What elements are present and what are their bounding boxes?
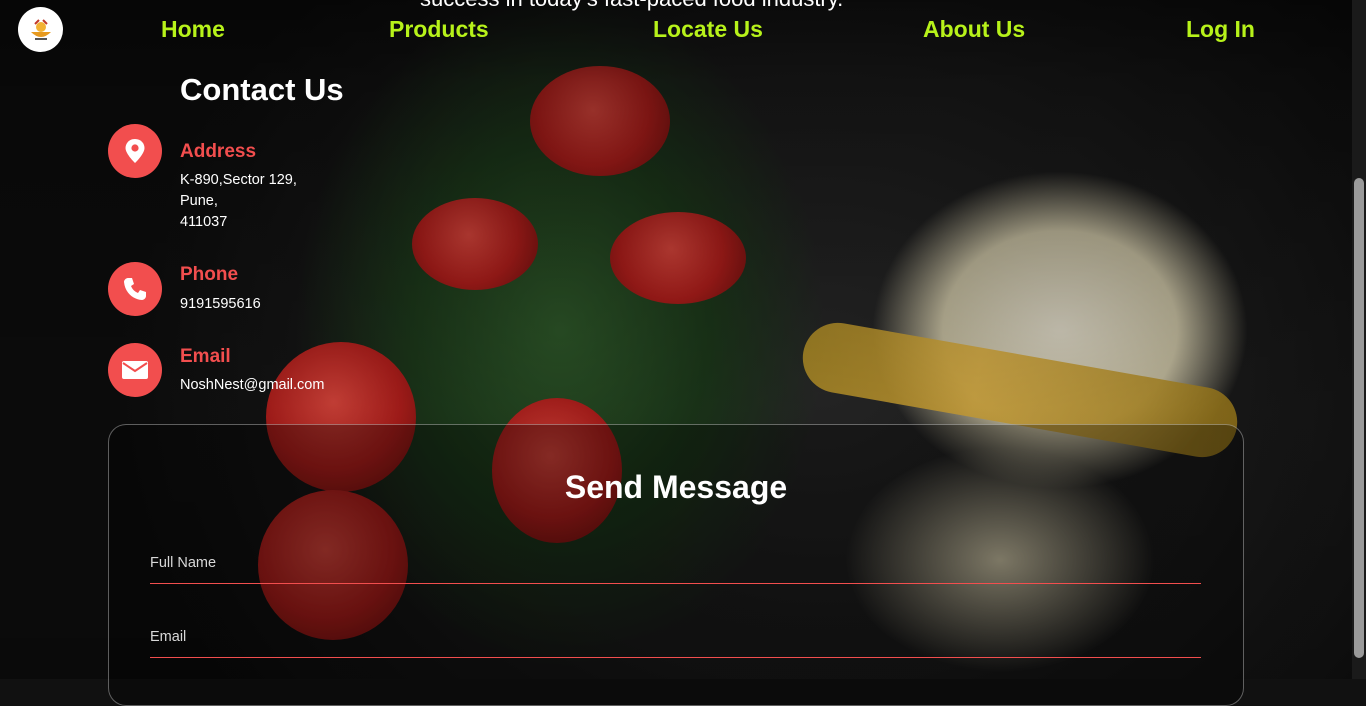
address-line-3: 411037 [180,214,228,230]
contact-title: Contact Us [180,72,344,107]
address-line-2: Pune, [180,193,218,209]
send-message-form: Send Message [108,424,1244,706]
email-value: NoshNest@gmail.com [180,377,325,393]
hero-tagline: success in today's fast-paced food indus… [420,0,843,12]
scrollbar-thumb[interactable] [1354,178,1364,658]
address-line-1: K-890,Sector 129, [180,172,297,188]
phone-value: 9191595616 [180,296,261,312]
form-title: Send Message [564,469,788,505]
logo-icon [30,18,51,40]
envelope-icon [108,343,162,397]
address-label: Address [180,141,257,162]
email-input[interactable] [150,617,1201,658]
site-logo[interactable] [18,7,63,52]
nav-products[interactable]: Products [389,16,489,43]
location-pin-icon [108,124,162,178]
phone-label: Phone [180,264,239,285]
scrollbar-track[interactable] [1352,0,1366,679]
nav-log-in[interactable]: Log In [1186,16,1255,43]
phone-icon [108,262,162,316]
full-name-input[interactable] [150,543,1201,584]
email-label: Email [180,346,231,367]
nav-locate-us[interactable]: Locate Us [653,16,763,43]
nav-about-us[interactable]: About Us [923,16,1025,43]
address-value: K-890,Sector 129, Pune, 411037 [180,170,297,233]
nav-home[interactable]: Home [161,16,225,43]
